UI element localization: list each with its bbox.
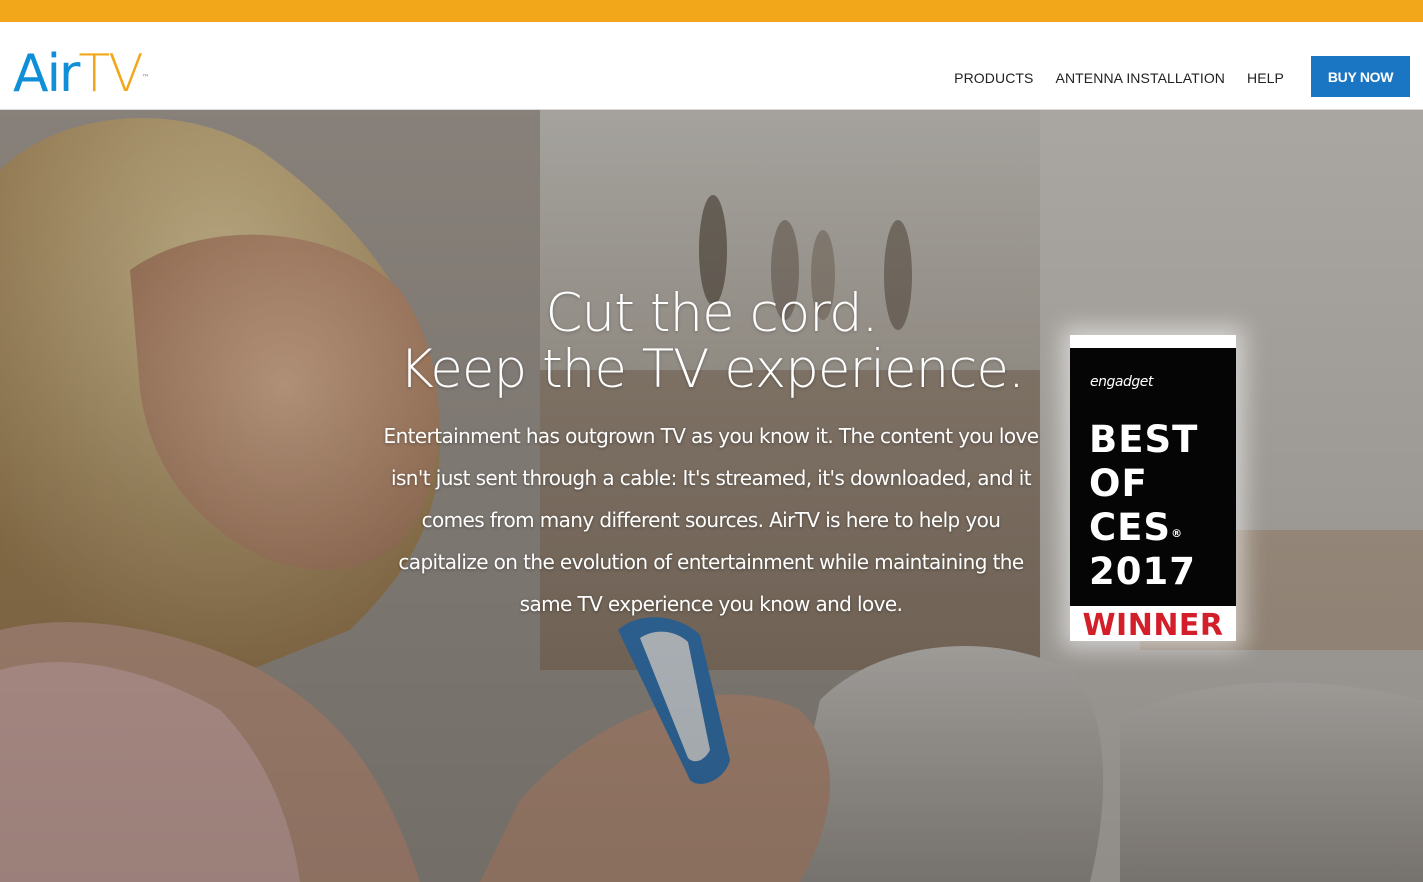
badge-brand: engadget — [1090, 374, 1153, 390]
badge-line-year: 2017 — [1089, 550, 1196, 593]
site-header: AirTV™ PRODUCTS ANTENNA INSTALLATION HEL… — [0, 22, 1423, 110]
top-accent-bar — [0, 0, 1423, 22]
airtv-logo[interactable]: AirTV™ — [13, 48, 150, 100]
logo-trademark: ™ — [141, 73, 150, 82]
badge-line-best: BEST — [1089, 418, 1199, 461]
badge-line-of: OF — [1089, 462, 1148, 505]
best-of-ces-badge: engadget BEST OF CES® 2017 WINNER — [1070, 335, 1236, 643]
badge-winner-label: WINNER — [1082, 608, 1224, 643]
main-nav: PRODUCTS ANTENNA INSTALLATION HELP BUY N… — [932, 56, 1410, 98]
badge-registered-mark: ® — [1171, 527, 1184, 540]
badge-ces-text: CES — [1089, 506, 1172, 549]
nav-antenna-installation[interactable]: ANTENNA INSTALLATION — [1056, 70, 1226, 86]
nav-help[interactable]: HELP — [1247, 70, 1284, 86]
buy-now-button[interactable]: BUY NOW — [1311, 56, 1410, 97]
logo-text-air: Air — [13, 44, 80, 104]
hero-description: Entertainment has outgrown TV as you kno… — [383, 424, 1039, 616]
hero-section: Cut the cord. Keep the TV experience. En… — [0, 110, 1423, 882]
logo-text-tv: TV — [78, 44, 143, 104]
nav-products[interactable]: PRODUCTS — [954, 70, 1033, 86]
badge-line-ces: CES® — [1089, 506, 1183, 550]
badge-top-strip — [1070, 335, 1236, 348]
badge-panel: engadget BEST OF CES® 2017 — [1070, 348, 1236, 606]
